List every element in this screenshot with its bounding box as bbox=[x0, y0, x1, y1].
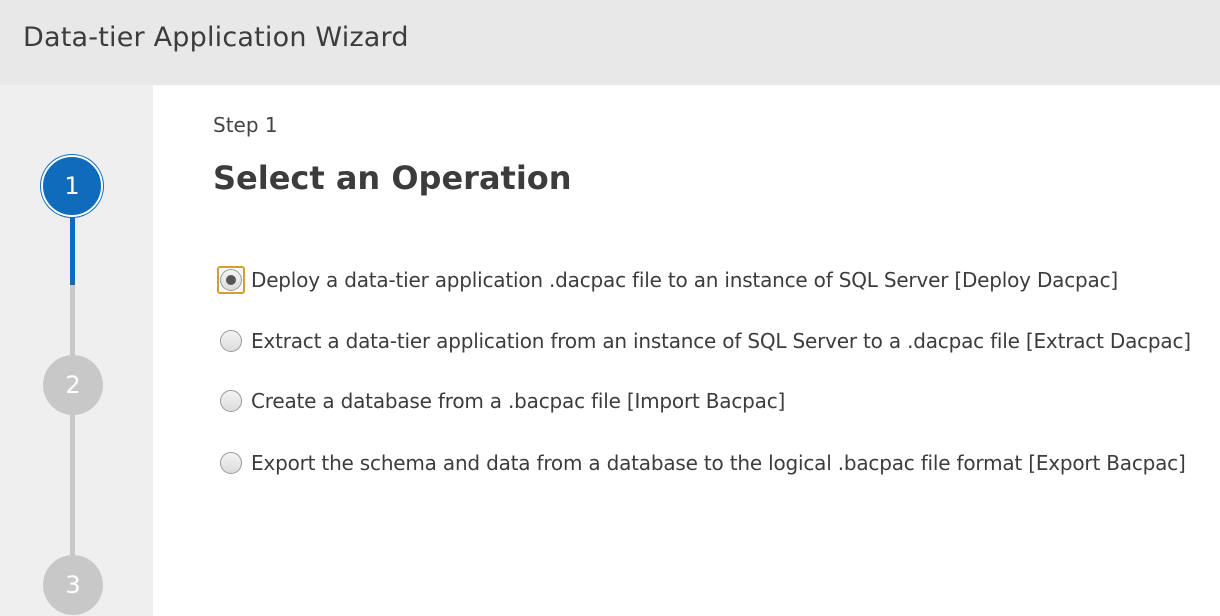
radio-button-import-bacpac[interactable] bbox=[220, 390, 242, 412]
radio-button-deploy-dacpac[interactable] bbox=[220, 269, 242, 291]
title-bar: Data-tier Application Wizard bbox=[0, 0, 1220, 85]
step-number: 2 bbox=[65, 371, 81, 399]
option-label[interactable]: Create a database from a .bacpac file [I… bbox=[251, 389, 785, 413]
radio-focus-ring bbox=[217, 387, 245, 415]
option-label[interactable]: Extract a data-tier application from an … bbox=[251, 329, 1191, 353]
option-label[interactable]: Export the schema and data from a databa… bbox=[251, 451, 1186, 475]
option-export-bacpac[interactable]: Export the schema and data from a databa… bbox=[217, 448, 1186, 478]
option-label[interactable]: Deploy a data-tier application .dacpac f… bbox=[251, 268, 1118, 292]
option-import-bacpac[interactable]: Create a database from a .bacpac file [I… bbox=[217, 386, 785, 416]
radio-selected-dot bbox=[226, 275, 236, 285]
window-title: Data-tier Application Wizard bbox=[23, 22, 409, 53]
option-extract-dacpac[interactable]: Extract a data-tier application from an … bbox=[217, 326, 1191, 356]
step-connector bbox=[70, 285, 75, 355]
page-title: Select an Operation bbox=[213, 159, 572, 197]
radio-button-extract-dacpac[interactable] bbox=[220, 330, 242, 352]
step-connector bbox=[70, 415, 75, 555]
radio-focus-ring bbox=[217, 266, 245, 294]
step-label: Step 1 bbox=[213, 113, 278, 137]
option-deploy-dacpac[interactable]: Deploy a data-tier application .dacpac f… bbox=[217, 265, 1118, 295]
step-3-indicator[interactable]: 3 bbox=[43, 555, 103, 615]
step-connector-progress bbox=[70, 218, 75, 285]
wizard-stepper: 1 2 3 bbox=[0, 85, 153, 616]
radio-focus-ring bbox=[217, 327, 245, 355]
step-2-indicator[interactable]: 2 bbox=[43, 355, 103, 415]
step-number: 1 bbox=[64, 172, 80, 200]
step-number: 3 bbox=[65, 571, 81, 599]
radio-focus-ring bbox=[217, 449, 245, 477]
radio-button-export-bacpac[interactable] bbox=[220, 452, 242, 474]
step-1-indicator[interactable]: 1 bbox=[41, 155, 103, 217]
